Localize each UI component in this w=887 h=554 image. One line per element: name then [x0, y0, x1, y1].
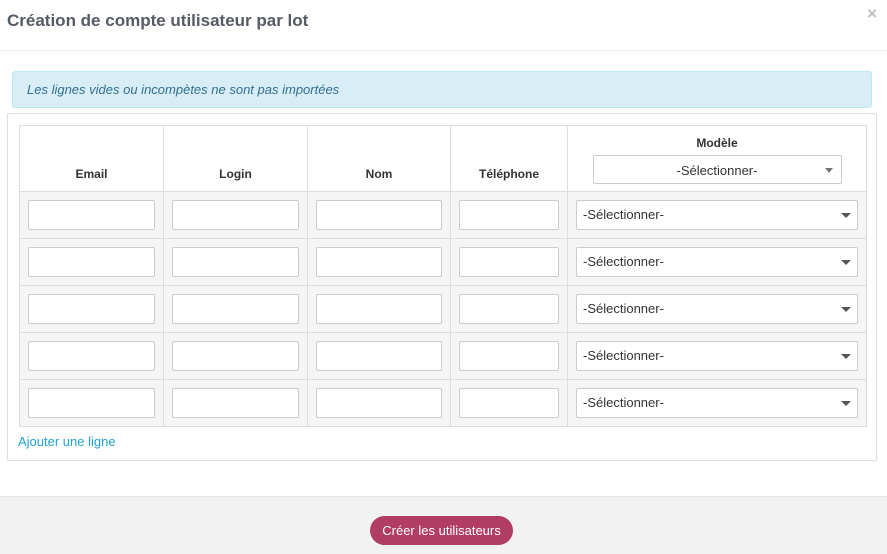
close-icon[interactable]: ×	[867, 5, 877, 22]
form-panel: Email Login Nom Téléphone Modèle -Sélect…	[7, 113, 877, 461]
modele-cell: -Sélectionner-	[567, 379, 867, 427]
table-header-row: Email Login Nom Téléphone Modèle -Sélect…	[19, 125, 867, 192]
login-input[interactable]	[172, 294, 299, 324]
login-cell	[163, 191, 308, 239]
login-input[interactable]	[172, 341, 299, 371]
create-users-button[interactable]: Créer les utilisateurs	[370, 516, 513, 545]
modele-cell: -Sélectionner-	[567, 285, 867, 333]
column-header-modele: Modèle -Sélectionner-	[567, 125, 867, 192]
table-row: -Sélectionner-	[19, 238, 867, 286]
login-input[interactable]	[172, 200, 299, 230]
model-select-value: -Sélectionner-	[583, 207, 664, 222]
column-header-login: Login	[163, 125, 308, 192]
model-select-value: -Sélectionner-	[583, 254, 664, 269]
column-header-nom: Nom	[307, 125, 451, 192]
chevron-down-icon	[841, 401, 851, 406]
bulk-model-select[interactable]: -Sélectionner-	[592, 155, 842, 184]
email-cell	[19, 285, 164, 333]
email-input[interactable]	[28, 341, 155, 371]
telephone-input[interactable]	[459, 341, 559, 371]
telephone-cell	[450, 379, 568, 427]
telephone-cell	[450, 238, 568, 286]
chevron-down-icon	[841, 213, 851, 218]
modal-footer: Créer les utilisateurs	[0, 496, 887, 554]
bulk-model-select-value: -Sélectionner-	[676, 163, 758, 178]
nom-cell	[307, 238, 451, 286]
email-cell	[19, 238, 164, 286]
info-alert: Les lignes vides ou incompètes ne sont p…	[12, 71, 872, 108]
model-select[interactable]: -Sélectionner-	[576, 341, 858, 371]
login-cell	[163, 332, 308, 380]
login-cell	[163, 285, 308, 333]
email-cell	[19, 191, 164, 239]
email-input[interactable]	[28, 247, 155, 277]
telephone-input[interactable]	[459, 200, 559, 230]
nom-input[interactable]	[316, 247, 442, 277]
model-select-value: -Sélectionner-	[583, 301, 664, 316]
email-input[interactable]	[28, 294, 155, 324]
nom-input[interactable]	[316, 388, 442, 418]
model-select-value: -Sélectionner-	[583, 348, 664, 363]
table-row: -Sélectionner-	[19, 191, 867, 239]
modele-label: Modèle	[696, 136, 738, 150]
model-select[interactable]: -Sélectionner-	[576, 388, 858, 418]
modele-cell: -Sélectionner-	[567, 332, 867, 380]
email-cell	[19, 379, 164, 427]
column-header-email: Email	[19, 125, 164, 192]
nom-input[interactable]	[316, 294, 442, 324]
telephone-input[interactable]	[459, 388, 559, 418]
model-select[interactable]: -Sélectionner-	[576, 247, 858, 277]
nom-input[interactable]	[316, 200, 442, 230]
add-row-link[interactable]: Ajouter une ligne	[18, 434, 116, 449]
login-cell	[163, 379, 308, 427]
table-row: -Sélectionner-	[19, 332, 867, 380]
nom-cell	[307, 191, 451, 239]
modele-cell: -Sélectionner-	[567, 191, 867, 239]
nom-cell	[307, 285, 451, 333]
modele-cell: -Sélectionner-	[567, 238, 867, 286]
telephone-cell	[450, 191, 568, 239]
chevron-down-icon	[824, 168, 833, 173]
login-input[interactable]	[172, 247, 299, 277]
column-header-telephone: Téléphone	[450, 125, 568, 192]
login-cell	[163, 238, 308, 286]
nom-cell	[307, 332, 451, 380]
chevron-down-icon	[841, 354, 851, 359]
modal-header: Création de compte utilisateur par lot ×	[0, 0, 887, 51]
email-input[interactable]	[28, 200, 155, 230]
telephone-input[interactable]	[459, 294, 559, 324]
email-input[interactable]	[28, 388, 155, 418]
table-row: -Sélectionner-	[19, 379, 867, 427]
nom-cell	[307, 379, 451, 427]
telephone-input[interactable]	[459, 247, 559, 277]
email-cell	[19, 332, 164, 380]
chevron-down-icon	[841, 307, 851, 312]
users-table: Email Login Nom Téléphone Modèle -Sélect…	[19, 125, 867, 427]
telephone-cell	[450, 285, 568, 333]
login-input[interactable]	[172, 388, 299, 418]
model-select[interactable]: -Sélectionner-	[576, 200, 858, 230]
telephone-cell	[450, 332, 568, 380]
model-select[interactable]: -Sélectionner-	[576, 294, 858, 324]
table-row: -Sélectionner-	[19, 285, 867, 333]
batch-user-creation-modal: Création de compte utilisateur par lot ×…	[0, 0, 887, 554]
modal-title: Création de compte utilisateur par lot	[7, 11, 309, 30]
model-select-value: -Sélectionner-	[583, 395, 664, 410]
nom-input[interactable]	[316, 341, 442, 371]
chevron-down-icon	[841, 260, 851, 265]
